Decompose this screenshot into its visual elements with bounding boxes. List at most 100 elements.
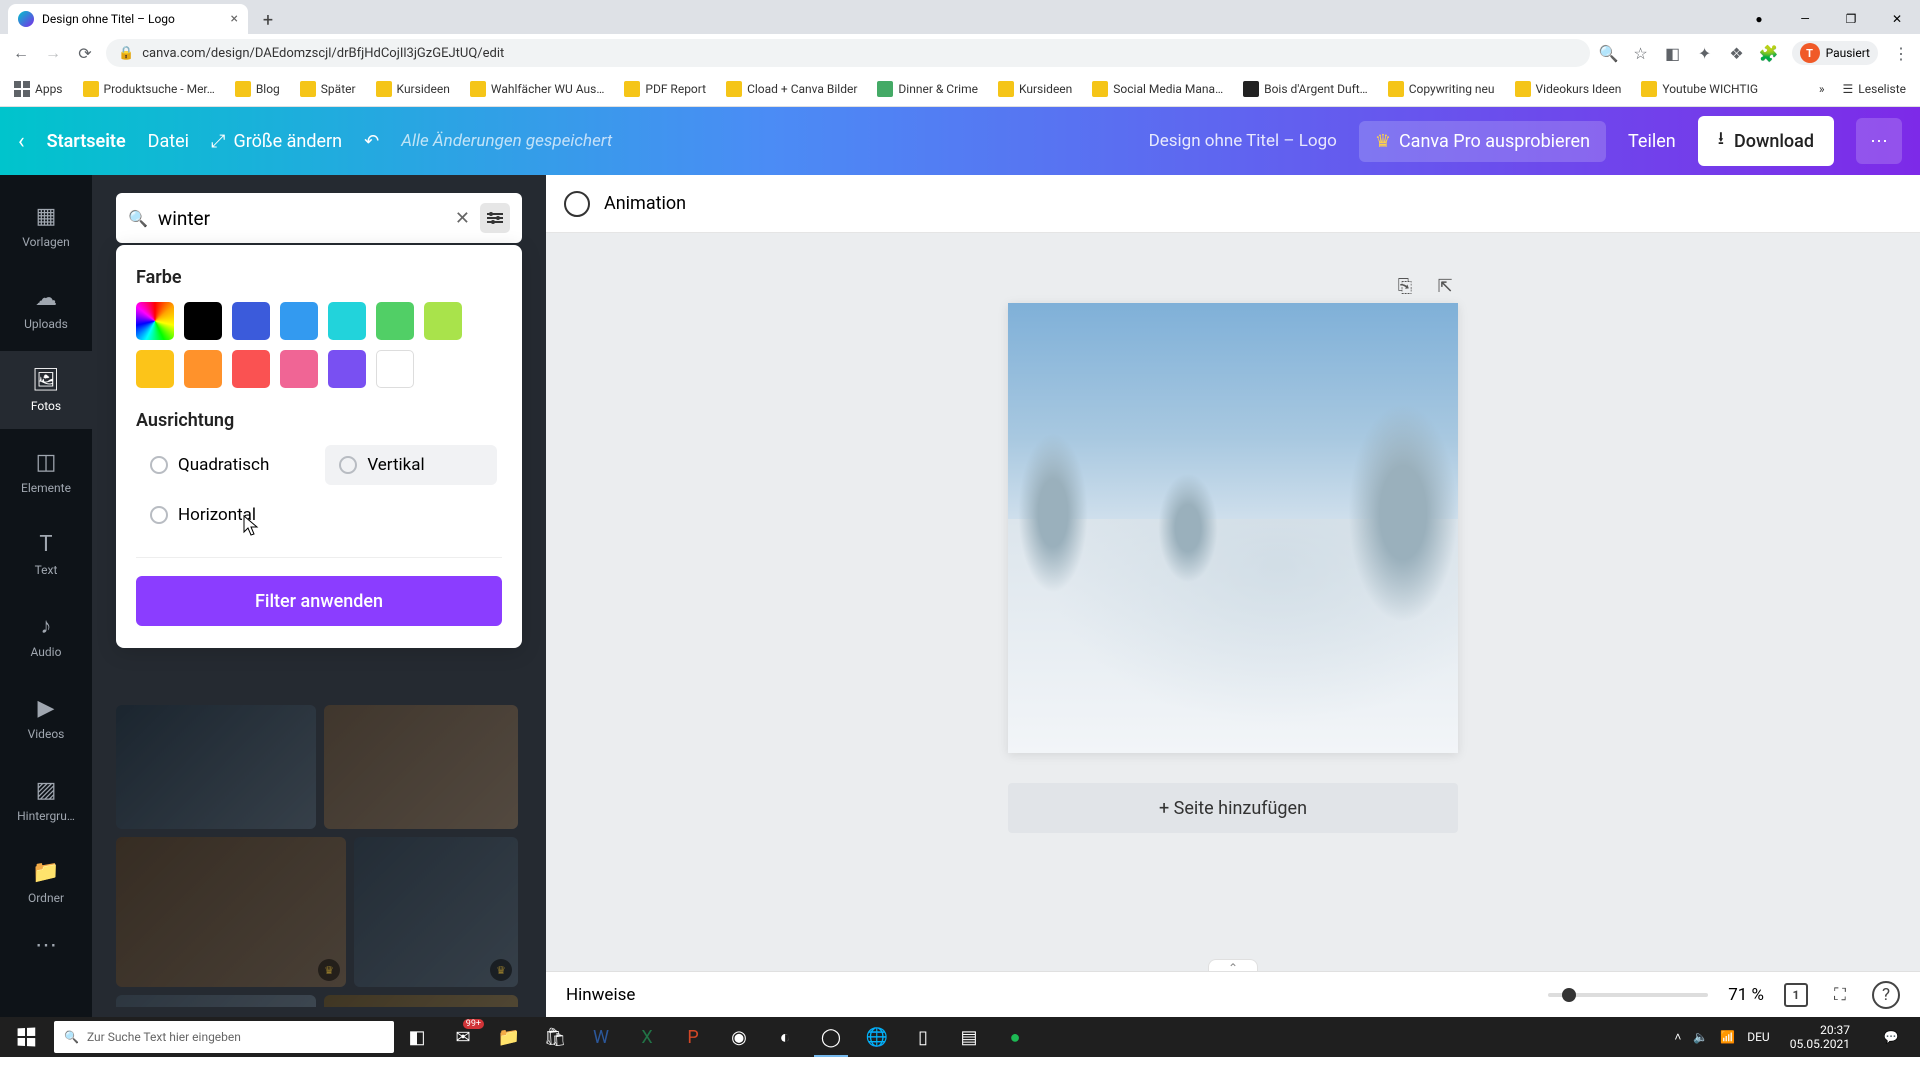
download-button[interactable]: ⭳Download: [1698, 116, 1834, 166]
star-icon[interactable]: ☆: [1632, 44, 1650, 62]
tray-lang[interactable]: DEU: [1747, 1030, 1769, 1044]
orientation-horizontal[interactable]: Horizontal: [136, 495, 315, 535]
zoom-slider[interactable]: [1548, 993, 1708, 997]
taskbar-explorer[interactable]: 📁: [486, 1017, 532, 1057]
bookmark-item[interactable]: Kursideen: [376, 81, 450, 97]
search-input[interactable]: [158, 207, 445, 230]
bookmark-item[interactable]: Später: [300, 81, 356, 97]
color-swatch-pink[interactable]: [280, 350, 318, 388]
design-page[interactable]: [1008, 303, 1458, 753]
rail-folders[interactable]: 📁Ordner: [0, 843, 92, 921]
taskbar-edge[interactable]: 🌐: [854, 1017, 900, 1057]
photo-thumb[interactable]: ♛: [116, 837, 346, 987]
taskbar-spotify[interactable]: ●: [992, 1017, 1038, 1057]
bookmark-item[interactable]: Blog: [235, 81, 280, 97]
bookmark-item[interactable]: Youtube WICHTIG: [1641, 81, 1758, 97]
forward-button[interactable]: →: [42, 42, 64, 64]
color-swatch-blue[interactable]: [232, 302, 270, 340]
color-swatch-orange[interactable]: [184, 350, 222, 388]
fullscreen-icon[interactable]: ⛶: [1828, 983, 1852, 1007]
tray-wifi-icon[interactable]: 📶: [1720, 1030, 1735, 1044]
maximize-button[interactable]: ❐: [1828, 4, 1874, 34]
bookmark-item[interactable]: PDF Report: [624, 81, 706, 97]
color-swatch-black[interactable]: [184, 302, 222, 340]
rail-photos[interactable]: 🖼Fotos: [0, 351, 92, 429]
reading-list[interactable]: ☰ Leseliste: [1843, 82, 1906, 96]
color-swatch-yellow[interactable]: [136, 350, 174, 388]
bookmark-overflow[interactable]: »: [1819, 82, 1825, 96]
home-link[interactable]: Startseite: [47, 131, 126, 152]
bookmark-item[interactable]: Copywriting neu: [1388, 81, 1495, 97]
rail-elements[interactable]: ◫Elemente: [0, 433, 92, 511]
rail-uploads[interactable]: ☁Uploads: [0, 269, 92, 347]
taskbar-app-3[interactable]: ▯: [900, 1017, 946, 1057]
bookmark-item[interactable]: Wahlfächer WU Aus…: [470, 81, 605, 97]
bookmark-item[interactable]: Cload + Canva Bilder: [726, 81, 857, 97]
apply-filter-button[interactable]: Filter anwenden: [136, 576, 502, 626]
bookmark-item[interactable]: Social Media Mana…: [1092, 81, 1223, 97]
notes-button[interactable]: Hinweise: [566, 985, 635, 1005]
color-swatch-white[interactable]: [376, 350, 414, 388]
home-back-icon[interactable]: ‹: [18, 129, 25, 154]
apps-bookmark[interactable]: Apps: [14, 81, 63, 97]
rail-templates[interactable]: ▦Vorlagen: [0, 187, 92, 265]
taskbar-app-2[interactable]: ◐: [762, 1017, 808, 1057]
document-title[interactable]: Design ohne Titel – Logo: [1149, 131, 1337, 151]
start-button[interactable]: [2, 1017, 50, 1057]
zoom-icon[interactable]: 🔍: [1600, 44, 1618, 62]
animation-button[interactable]: Animation: [604, 193, 686, 214]
color-swatch-rainbow[interactable]: [136, 302, 174, 340]
close-window-button[interactable]: ✕: [1874, 4, 1920, 34]
share-button[interactable]: Teilen: [1628, 131, 1676, 152]
taskbar-app-1[interactable]: ◉: [716, 1017, 762, 1057]
tray-volume-icon[interactable]: 🔈: [1693, 1030, 1708, 1044]
undo-button[interactable]: ↶: [364, 131, 379, 152]
extensions-menu-icon[interactable]: 🧩: [1760, 44, 1778, 62]
extension-icon-1[interactable]: ◧: [1664, 44, 1682, 62]
taskbar-excel[interactable]: X: [624, 1017, 670, 1057]
clear-search-icon[interactable]: ✕: [455, 208, 470, 229]
taskbar-mail[interactable]: ✉99+: [440, 1017, 486, 1057]
photo-thumb[interactable]: ♛: [354, 837, 518, 987]
orientation-vertical[interactable]: Vertikal: [325, 445, 497, 485]
more-menu-button[interactable]: ⋯: [1856, 118, 1902, 164]
tab-close-icon[interactable]: ×: [231, 11, 238, 27]
help-icon[interactable]: ?: [1872, 981, 1900, 1009]
bookmark-item[interactable]: Bois d'Argent Duft…: [1243, 81, 1368, 97]
bookmark-item[interactable]: Videokurs Ideen: [1515, 81, 1622, 97]
taskbar-word[interactable]: W: [578, 1017, 624, 1057]
tray-notifications-icon[interactable]: 💬: [1870, 1017, 1912, 1057]
color-swatch-lightblue[interactable]: [280, 302, 318, 340]
filter-toggle-button[interactable]: [480, 203, 510, 233]
taskbar-app-4[interactable]: ▤: [946, 1017, 992, 1057]
rail-background[interactable]: ▨Hintergru…: [0, 761, 92, 839]
color-swatch-purple[interactable]: [328, 350, 366, 388]
resize-menu[interactable]: ⤢Größe ändern: [211, 131, 342, 152]
photo-thumb[interactable]: [116, 705, 316, 829]
file-menu[interactable]: Datei: [148, 131, 189, 152]
taskbar-store[interactable]: 🛍: [532, 1017, 578, 1057]
rail-videos[interactable]: ▶Videos: [0, 679, 92, 757]
tray-clock[interactable]: 20:3705.05.2021: [1782, 1023, 1858, 1052]
canvas-scroll[interactable]: ⎘ ⇱ + Seite hinzufügen: [546, 233, 1920, 1017]
color-swatch-red[interactable]: [232, 350, 270, 388]
kebab-menu-icon[interactable]: ⋮: [1892, 44, 1910, 62]
page-view-icon[interactable]: 1: [1784, 983, 1808, 1007]
bookmark-item[interactable]: Produktsuche - Mer…: [83, 81, 215, 97]
new-tab-button[interactable]: +: [254, 6, 282, 34]
bookmark-item[interactable]: Dinner & Crime: [877, 81, 978, 97]
extension-icon-2[interactable]: ✦: [1696, 44, 1714, 62]
account-dot-icon[interactable]: ●: [1736, 4, 1782, 34]
taskbar-powerpoint[interactable]: P: [670, 1017, 716, 1057]
bookmark-item[interactable]: Kursideen: [998, 81, 1072, 97]
taskbar-chrome[interactable]: ◯: [808, 1017, 854, 1057]
duplicate-page-icon[interactable]: ⎘: [1392, 273, 1418, 299]
rail-text[interactable]: TText: [0, 515, 92, 593]
color-swatch-cyan[interactable]: [328, 302, 366, 340]
browser-tab[interactable]: Design ohne Titel – Logo ×: [8, 4, 248, 34]
rail-more[interactable]: ⋯: [0, 925, 92, 965]
taskbar-search[interactable]: 🔍 Zur Suche Text hier eingeben: [54, 1021, 394, 1053]
orientation-square[interactable]: Quadratisch: [136, 445, 315, 485]
color-swatch-lime[interactable]: [424, 302, 462, 340]
add-page-button[interactable]: + Seite hinzufügen: [1008, 783, 1458, 833]
